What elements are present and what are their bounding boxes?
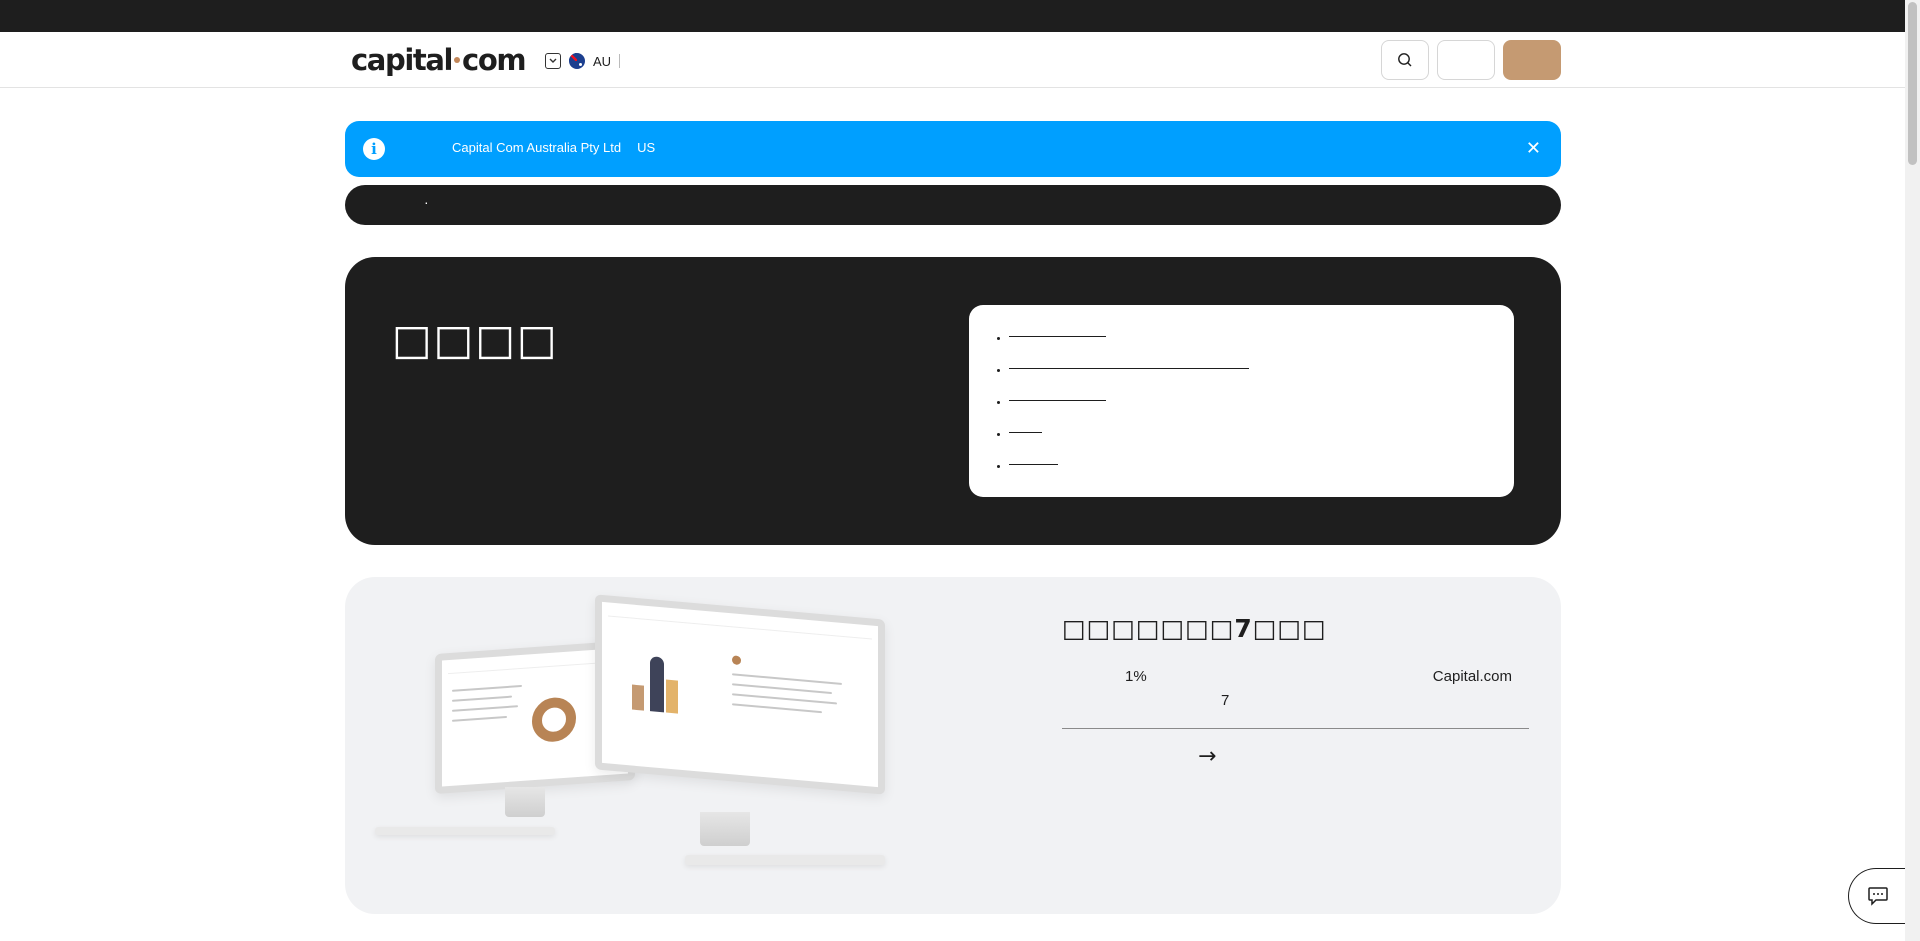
site-header: capital com AU	[0, 32, 1905, 88]
page-scrollbar[interactable]	[1905, 0, 1920, 941]
region-code: AU	[593, 53, 612, 69]
scrollbar-thumb[interactable]	[1908, 2, 1917, 165]
promo-brand: Capital.com	[1432, 668, 1512, 685]
toc-item	[1009, 389, 1514, 421]
capital-com-logo[interactable]: capital com	[351, 42, 527, 78]
toc-link[interactable]	[1009, 389, 1106, 401]
top-bar	[0, 0, 1905, 32]
info-icon: i	[363, 138, 385, 160]
promo-section: □□□□□□□7□□□ 1% Capital.com 7 →	[345, 577, 1561, 914]
close-icon[interactable]: ✕	[1526, 136, 1541, 160]
search-button[interactable]	[1381, 40, 1429, 80]
region-selector[interactable]: AU	[545, 50, 621, 72]
toc-link[interactable]	[1009, 357, 1249, 369]
notice-marker: ·	[424, 194, 429, 210]
divider	[1062, 728, 1529, 729]
logo-dot	[454, 57, 461, 63]
search-icon	[1398, 53, 1412, 67]
australia-flag-icon	[569, 53, 585, 69]
divider	[619, 54, 621, 68]
hero-section: □□□□	[345, 257, 1561, 545]
login-button[interactable]	[1437, 40, 1495, 80]
toc-item	[1009, 325, 1514, 357]
toc-link[interactable]	[1009, 325, 1106, 337]
chevron-down-icon[interactable]	[545, 53, 561, 69]
promo-days: 7	[1221, 692, 1230, 709]
signup-button[interactable]	[1503, 40, 1561, 80]
alert-country: US	[637, 140, 656, 155]
toc-link[interactable]	[1009, 453, 1058, 465]
promo-percent: 1%	[1125, 668, 1147, 685]
table-of-contents	[969, 305, 1514, 497]
alert-company: Capital Com Australia Pty Ltd	[452, 140, 622, 155]
arrow-right-icon[interactable]: →	[1198, 744, 1216, 769]
info-alert-banner: i Capital Com Australia Pty Ltd US ✕	[345, 121, 1561, 177]
toc-link[interactable]	[1009, 421, 1042, 433]
toc-item	[1009, 357, 1514, 389]
notice-bar: ·	[345, 185, 1561, 225]
promo-title: □□□□□□□7□□□	[1062, 614, 1327, 643]
alert-message: Capital Com Australia Pty Ltd US	[452, 140, 655, 155]
logo-text-right: com	[462, 43, 527, 77]
chat-button[interactable]	[1848, 868, 1906, 924]
page-title: □□□□	[392, 315, 559, 364]
toc-item	[1009, 421, 1514, 453]
chat-icon	[1867, 887, 1888, 906]
logo-text-left: capital	[351, 43, 453, 77]
toc-item	[1009, 453, 1514, 485]
